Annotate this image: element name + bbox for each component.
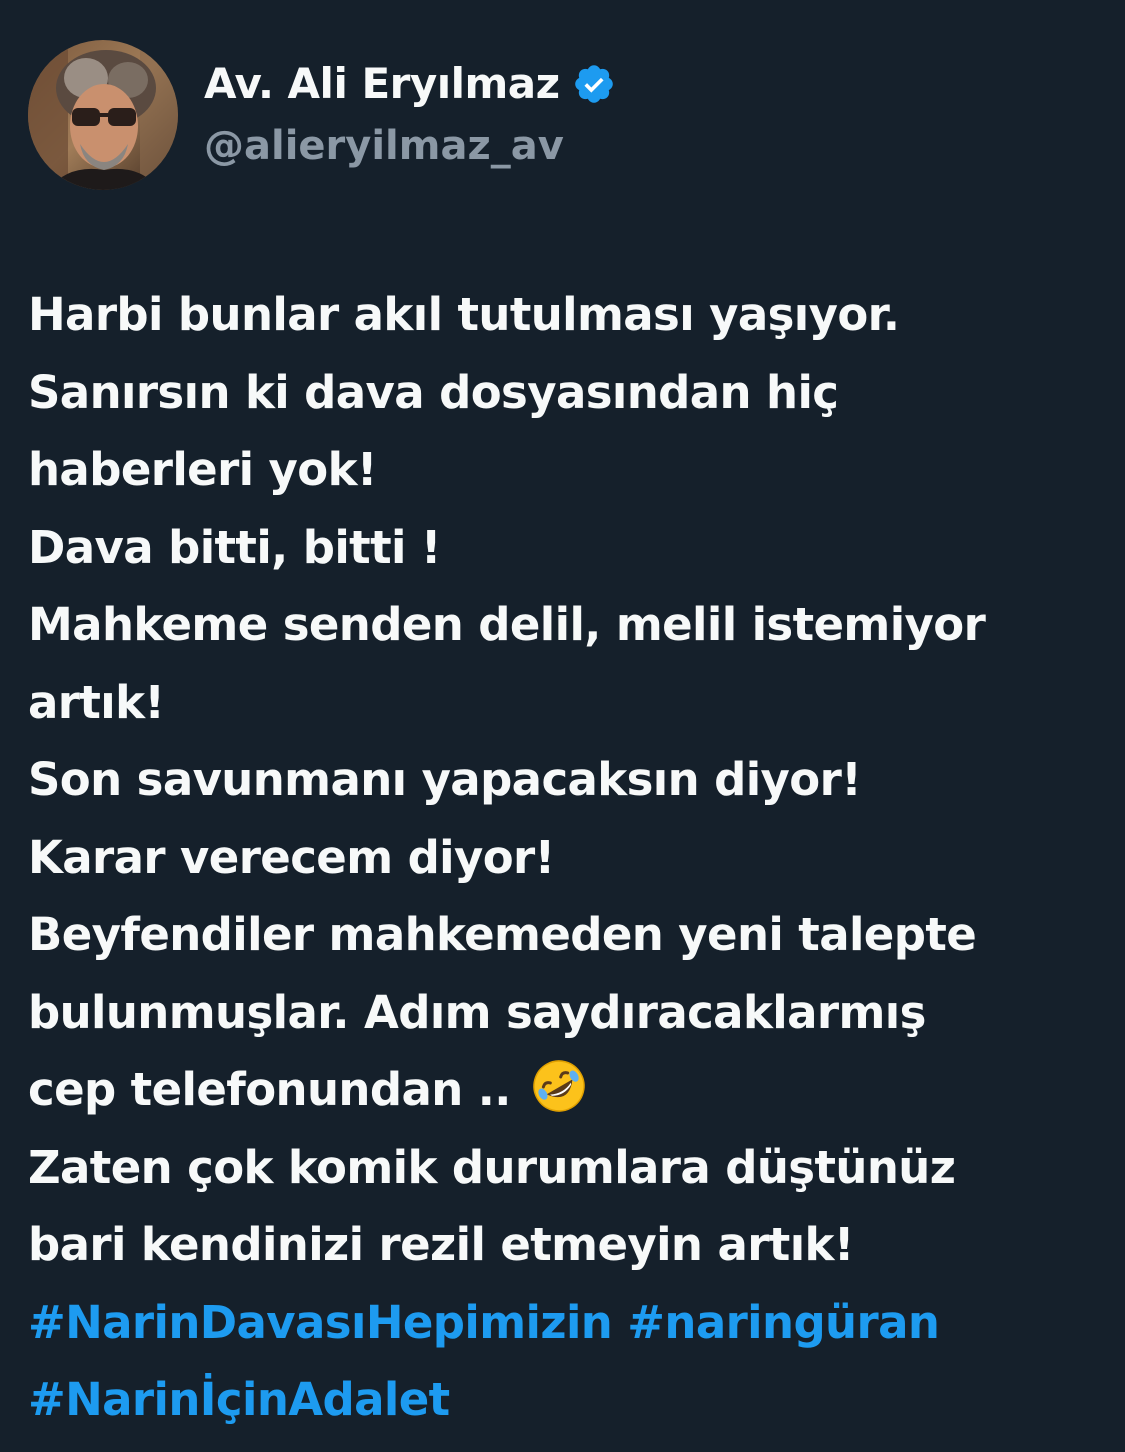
tweet-line: Mahkeme senden delil, melil istemiyor	[28, 598, 986, 651]
hashtag-link[interactable]: #naringüran	[627, 1296, 940, 1349]
tweet-line: Son savunmanı yapacaksın diyor!	[28, 753, 862, 806]
tweet-line-with-emoji: cep telefonundan ..	[28, 1051, 1108, 1129]
verified-badge-icon[interactable]	[572, 62, 616, 106]
author-identity: Av. Ali Eryılmaz @alieryilmaz_av	[204, 58, 616, 172]
author-display-name[interactable]: Av. Ali Eryılmaz	[204, 58, 560, 110]
tweet-line: bari kendinizi rezil etmeyin artık!	[28, 1218, 854, 1271]
author-handle[interactable]: @alieryilmaz_av	[204, 120, 616, 172]
hashtag-line: #Narinİçin­Adalet	[28, 1361, 1108, 1439]
tweet-header: Av. Ali Eryılmaz @alieryilmaz_av	[28, 40, 616, 190]
avatar[interactable]	[28, 40, 178, 190]
tweet-line: Sanırsın ki dava dosyasından hiç	[28, 365, 839, 419]
hashtag-link[interactable]: #Narinİçin­Adalet	[28, 1373, 450, 1426]
tweet-line: Dava bitti, bitti !	[28, 520, 441, 574]
avatar-image	[28, 40, 178, 190]
rolling-on-the-floor-laughing-emoji-icon	[530, 1057, 588, 1115]
tweet-line: Beyfendiler mahkemeden yeni talepte	[28, 908, 977, 961]
tweet-line: bulunmuşlar. Adım saydıracaklarmış	[28, 985, 926, 1039]
hashtag-link[interactable]: #NarinDavasıHepimizin	[28, 1296, 613, 1349]
hashtag-line: #NarinDavasıHepimizin #naringüran	[28, 1284, 1108, 1362]
tweet-line: Harbi bunlar akıl tutulması yaşıyor.	[28, 288, 900, 341]
tweet-line: Karar verecem diyor!	[28, 830, 555, 884]
tweet-line: artık!	[28, 675, 165, 729]
tweet-line-text: cep telefonundan ..	[28, 1063, 526, 1116]
tweet-line: haberleri yok!	[28, 443, 377, 496]
tweet-line: Zaten çok komik durumlara düştünüz	[28, 1140, 956, 1194]
tweet-text: Harbi bunlar akıl tutulması yaşıyor. San…	[28, 276, 1108, 1439]
name-row: Av. Ali Eryılmaz	[204, 58, 616, 110]
